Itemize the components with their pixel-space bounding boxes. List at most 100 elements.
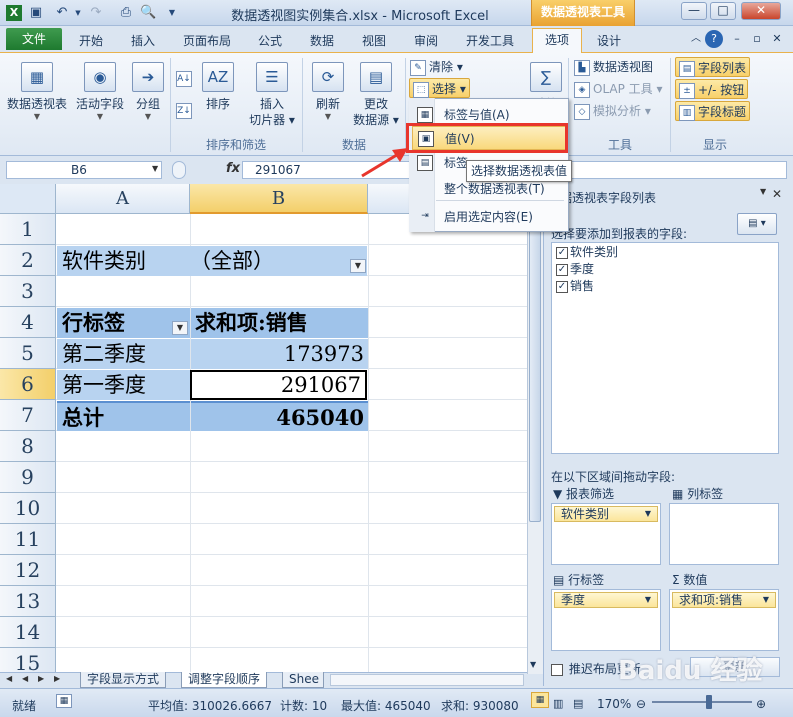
row-header[interactable]: 14 <box>0 617 56 648</box>
tab-insert[interactable]: 插入 <box>131 32 155 49</box>
values-item[interactable]: 求和项:销售 ▼ <box>672 592 776 608</box>
row-header[interactable]: 8 <box>0 431 56 462</box>
insert-function-icon[interactable]: fx <box>226 161 240 176</box>
row-header[interactable]: 5 <box>0 338 56 369</box>
zoom-in-icon[interactable]: ⊕ <box>756 697 766 711</box>
undo-icon[interactable]: ↶ <box>54 5 70 21</box>
sheet-tab[interactable]: Shee <box>282 672 324 688</box>
row-header[interactable]: 3 <box>0 276 56 307</box>
row-header[interactable]: 4 <box>0 307 56 338</box>
close-button[interactable]: ✕ <box>741 2 781 20</box>
restore-button[interactable]: □ <box>710 2 736 20</box>
undo-dropdown-icon[interactable]: ▼ <box>70 5 86 21</box>
row-header[interactable]: 11 <box>0 524 56 555</box>
change-data-source-button[interactable]: ▤ 更改 数据源 ▾ <box>350 56 402 136</box>
field-checkbox-quarter[interactable]: ✓ 季度 <box>556 261 594 277</box>
vertical-scroll-thumb[interactable] <box>529 202 541 522</box>
active-cell-b6[interactable]: 291067 <box>190 370 367 400</box>
page-break-view-icon[interactable]: ▤ <box>573 697 583 710</box>
field-checkbox-sales[interactable]: ✓ 销售 <box>556 278 594 294</box>
row-header[interactable]: 12 <box>0 555 56 586</box>
zoom-out-icon[interactable]: ⊖ <box>636 697 646 711</box>
chevron-down-icon[interactable]: ▼ <box>645 593 651 607</box>
chevron-down-icon[interactable]: ▼ <box>645 507 651 521</box>
help-icon[interactable]: ? <box>705 30 723 48</box>
worksheet-grid[interactable]: A B 1 2 3 4 5 6 7 8 9 10 11 12 13 14 15 软件类别 （全部） ▼ 行标… <box>0 184 527 672</box>
values-area[interactable]: 求和项:销售 ▼ <box>669 589 779 651</box>
doc-restore-icon[interactable]: ▫ <box>748 30 766 48</box>
normal-view-icon[interactable]: ▦ <box>531 692 549 708</box>
row-header[interactable]: 6 <box>0 369 56 400</box>
excel-app-icon[interactable]: X <box>6 5 22 21</box>
sort-ascending-button[interactable]: A↓ <box>176 68 195 88</box>
tab-options[interactable]: 选项 <box>532 28 582 53</box>
field-list-button[interactable]: ▤ 字段列表 <box>675 57 751 77</box>
tab-home[interactable]: 开始 <box>79 32 103 49</box>
chevron-down-icon[interactable]: ▼ <box>760 187 766 196</box>
tab-view[interactable]: 视图 <box>362 32 386 49</box>
tab-data[interactable]: 数据 <box>310 32 334 49</box>
qat-customize-icon[interactable]: ▼ <box>164 5 180 21</box>
expand-buttons-toggle[interactable]: ± +/- 按钮 <box>675 79 749 99</box>
ribbon-collapse-icon[interactable]: ︿ <box>687 30 705 48</box>
olap-tools-button[interactable]: ◈ OLAP 工具 ▾ <box>574 79 663 99</box>
close-icon[interactable]: ✕ <box>772 187 782 201</box>
row-header[interactable]: 9 <box>0 462 56 493</box>
insert-slicer-button[interactable]: ☰ 插入 切片器 ▾ <box>244 56 300 136</box>
pivot-chart-button[interactable]: ▙ 数据透视图 <box>574 57 653 77</box>
macro-record-icon[interactable]: ▦ <box>56 694 72 708</box>
pivot-table-button[interactable]: ▦ 数据透视表 ▼ <box>6 56 68 136</box>
zoom-slider-track[interactable] <box>652 701 752 703</box>
horizontal-scrollbar[interactable] <box>330 674 524 686</box>
sheet-tab-active[interactable]: 调整字段顺序 <box>181 672 268 688</box>
last-sheet-arrow-icon[interactable]: ▶ <box>54 674 60 683</box>
menu-item-enable-selection[interactable]: ⇥ 启用选定内容(E) <box>412 205 566 229</box>
row-label-item[interactable]: 季度 ▼ <box>554 592 658 608</box>
active-field-button[interactable]: ◉ 活动字段 ▼ <box>72 56 128 136</box>
doc-minimize-icon[interactable]: – <box>728 30 746 48</box>
field-checkbox-category[interactable]: ✓ 软件类别 <box>556 244 618 260</box>
report-filter-area[interactable]: 软件类别 ▼ <box>551 503 661 565</box>
tab-review[interactable]: 审阅 <box>414 32 438 49</box>
row-header[interactable]: 2 <box>0 245 56 276</box>
checkbox-checked[interactable]: ✓ <box>556 263 568 276</box>
minimize-button[interactable]: — <box>681 2 707 20</box>
clear-button[interactable]: ✎ 清除 ▾ <box>410 57 463 77</box>
row-header[interactable]: 13 <box>0 586 56 617</box>
row-header[interactable]: 15 <box>0 648 56 672</box>
checkbox-checked[interactable]: ✓ <box>556 280 568 293</box>
first-sheet-arrow-icon[interactable]: ◀ <box>6 674 12 683</box>
chevron-down-icon[interactable]: ▼ <box>763 593 769 607</box>
row-header[interactable]: 1 <box>0 214 56 245</box>
tab-design[interactable]: 设计 <box>597 32 621 49</box>
doc-close-icon[interactable]: ✕ <box>768 30 786 48</box>
print-icon[interactable]: ⎙ <box>118 5 134 21</box>
checkbox-unchecked[interactable] <box>551 663 563 676</box>
row-labels-dropdown-button[interactable]: ▼ <box>172 321 188 335</box>
group-button[interactable]: ➔ 分组 ▼ <box>124 56 172 136</box>
formula-bar-resize-handle[interactable] <box>172 161 186 179</box>
page-layout-view-icon[interactable]: ▥ <box>553 697 563 710</box>
tab-page-layout[interactable]: 页面布局 <box>183 32 231 49</box>
zoom-level[interactable]: 170% <box>597 697 631 711</box>
grand-total-value[interactable]: 465040 <box>191 401 368 431</box>
report-filter-item[interactable]: 软件类别 ▼ <box>554 506 658 522</box>
column-header-b[interactable]: B <box>190 184 368 214</box>
tab-formulas[interactable]: 公式 <box>258 32 282 49</box>
next-sheet-arrow-icon[interactable]: ▶ <box>38 674 44 683</box>
column-labels-area[interactable] <box>669 503 779 565</box>
save-icon[interactable]: ▣ <box>28 5 44 21</box>
scroll-down-icon[interactable]: ▼ <box>530 660 536 669</box>
redo-icon[interactable]: ↷ <box>88 5 104 21</box>
field-headers-toggle[interactable]: ▥ 字段标题 <box>675 101 751 121</box>
refresh-button[interactable]: ⟳ 刷新 ▼ <box>304 56 352 136</box>
row-header[interactable]: 10 <box>0 493 56 524</box>
print-preview-icon[interactable]: 🔍 <box>140 5 156 21</box>
what-if-button[interactable]: ◇ 模拟分析 ▾ <box>574 101 651 121</box>
row-labels-area[interactable]: 季度 ▼ <box>551 589 661 651</box>
row-header[interactable]: 7 <box>0 400 56 431</box>
prev-sheet-arrow-icon[interactable]: ◀ <box>22 674 28 683</box>
tab-developer[interactable]: 开发工具 <box>466 32 514 49</box>
sheet-tab[interactable]: 字段显示方式 <box>80 672 167 688</box>
checkbox-checked[interactable]: ✓ <box>556 246 568 259</box>
